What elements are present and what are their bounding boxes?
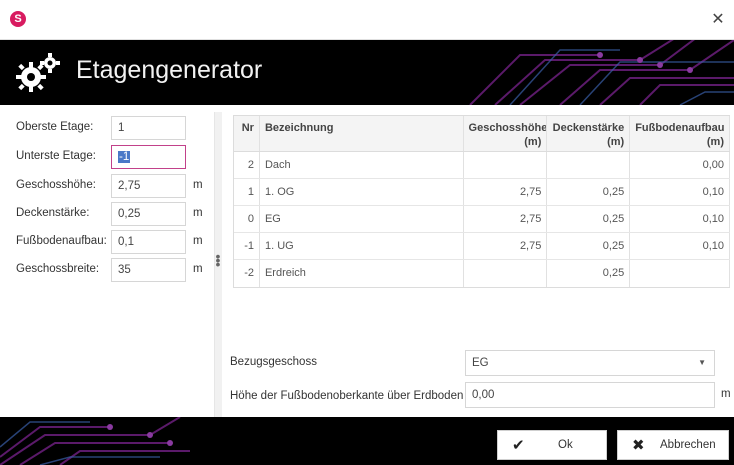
cancel-button[interactable]: ✖ Abbrechen <box>617 430 729 460</box>
form-row-geschosshoehe: Geschosshöhe: 2,75 m <box>0 173 214 199</box>
close-icon[interactable]: ✕ <box>708 10 728 30</box>
form-row-deckenstaerke: Deckenstärke: 0,25 m <box>0 201 214 227</box>
table-row[interactable]: 0 EG 2,75 0,25 0,10 <box>234 206 730 233</box>
unterste-etage-input[interactable]: -1 <box>111 145 186 169</box>
bezugsgeschoss-label: Bezugsgeschoss <box>230 356 317 368</box>
cell-geschosshoehe[interactable] <box>464 152 548 178</box>
table-row[interactable]: 2 Dach 0,00 <box>234 152 730 179</box>
header-banner: Etagengenerator <box>0 40 734 105</box>
table-row[interactable]: 1 1. OG 2,75 0,25 0,10 <box>234 179 730 206</box>
unit-label: m <box>193 179 203 191</box>
form-row-oberste-etage: Oberste Etage: 1 <box>0 115 214 141</box>
column-header-deckenstaerke[interactable]: Deckenstärke (m) <box>547 116 631 151</box>
cell-geschosshoehe[interactable] <box>464 260 548 287</box>
title-bar: S ✕ <box>0 0 734 40</box>
selected-text: -1 <box>118 151 131 163</box>
table-header: Nr Bezeichnung Geschosshöhe (m) Deckenst… <box>234 116 730 152</box>
ok-button[interactable]: ✔ Ok <box>497 430 607 460</box>
cell-nr: 2 <box>234 152 260 178</box>
bezugsgeschoss-select[interactable]: EG ▼ <box>465 350 715 376</box>
cell-nr: -2 <box>234 260 260 287</box>
floor-parameters-form: Oberste Etage: 1 Unterste Etage: -1 Gesc… <box>0 105 214 417</box>
column-header-nr[interactable]: Nr <box>234 116 260 151</box>
form-row-fussbodenaufbau: Fußbodenaufbau: 0,1 m <box>0 229 214 255</box>
column-header-bezeichnung[interactable]: Bezeichnung <box>260 116 464 151</box>
form-row-unterste-etage: Unterste Etage: -1 <box>0 144 214 170</box>
table-row[interactable]: -1 1. UG 2,75 0,25 0,10 <box>234 233 730 260</box>
form-label: Unterste Etage: <box>16 150 96 162</box>
ok-button-label: Ok <box>558 439 573 451</box>
form-label: Geschosshöhe: <box>16 179 96 191</box>
unit-label: m <box>193 207 203 219</box>
app-logo-icon: S <box>10 11 26 27</box>
cell-bezeichnung[interactable]: 1. OG <box>260 179 464 205</box>
cell-bezeichnung[interactable]: Erdreich <box>260 260 464 287</box>
floors-table: Nr Bezeichnung Geschosshöhe (m) Deckenst… <box>233 115 730 288</box>
cell-nr: -1 <box>234 233 260 259</box>
unit-label: m <box>193 263 203 275</box>
form-label: Fußbodenaufbau: <box>16 235 107 247</box>
cell-nr: 0 <box>234 206 260 232</box>
hoehe-input[interactable]: 0,00 <box>465 382 715 408</box>
form-label: Deckenstärke: <box>16 207 90 219</box>
oberste-etage-input[interactable]: 1 <box>111 116 186 140</box>
form-label: Geschossbreite: <box>16 263 100 275</box>
gears-icon <box>16 53 60 92</box>
cell-deckenstaerke[interactable]: 0,25 <box>547 233 631 259</box>
geschossbreite-input[interactable]: 35 <box>111 258 186 282</box>
cell-geschosshoehe[interactable]: 2,75 <box>464 206 548 232</box>
cancel-button-label: Abbrechen <box>660 439 716 451</box>
close-icon: ✖ <box>632 437 645 454</box>
cell-geschosshoehe[interactable]: 2,75 <box>464 179 548 205</box>
cell-geschosshoehe[interactable]: 2,75 <box>464 233 548 259</box>
cell-fussbodenaufbau[interactable]: 0,10 <box>630 233 730 259</box>
unit-label: m <box>193 235 203 247</box>
table-row[interactable]: -2 Erdreich 0,25 <box>234 260 730 287</box>
fussbodenaufbau-input[interactable]: 0,1 <box>111 230 186 254</box>
chevron-down-icon: ▼ <box>698 358 706 367</box>
cell-deckenstaerke[interactable] <box>547 152 631 178</box>
splitter-grip-icon[interactable]: • • • <box>215 249 221 271</box>
form-label: Oberste Etage: <box>16 121 94 133</box>
cell-fussbodenaufbau[interactable]: 0,10 <box>630 179 730 205</box>
cell-fussbodenaufbau[interactable]: 0,10 <box>630 206 730 232</box>
cell-bezeichnung[interactable]: EG <box>260 206 464 232</box>
cell-nr: 1 <box>234 179 260 205</box>
form-row-geschossbreite: Geschossbreite: 35 m <box>0 257 214 283</box>
footer-banner: ✔ Ok ✖ Abbrechen <box>0 417 734 465</box>
cell-deckenstaerke[interactable]: 0,25 <box>547 260 631 287</box>
column-header-fussbodenaufbau[interactable]: Fußbodenaufbau (m) <box>630 116 730 151</box>
column-header-geschosshoehe[interactable]: Geschosshöhe (m) <box>464 116 548 151</box>
cell-deckenstaerke[interactable]: 0,25 <box>547 206 631 232</box>
checkmark-icon: ✔ <box>512 437 525 454</box>
cell-deckenstaerke[interactable]: 0,25 <box>547 179 631 205</box>
hoehe-label: Höhe der Fußbodenoberkante über Erdboden <box>230 390 464 402</box>
unit-label: m <box>721 388 731 400</box>
cell-fussbodenaufbau[interactable] <box>630 260 730 287</box>
deckenstaerke-input[interactable]: 0,25 <box>111 202 186 226</box>
cell-bezeichnung[interactable]: 1. UG <box>260 233 464 259</box>
cell-fussbodenaufbau[interactable]: 0,00 <box>630 152 730 178</box>
geschosshoehe-input[interactable]: 2,75 <box>111 174 186 198</box>
bezugsgeschoss-value: EG <box>472 357 489 369</box>
cell-bezeichnung[interactable]: Dach <box>260 152 464 178</box>
page-title: Etagengenerator <box>76 56 263 84</box>
